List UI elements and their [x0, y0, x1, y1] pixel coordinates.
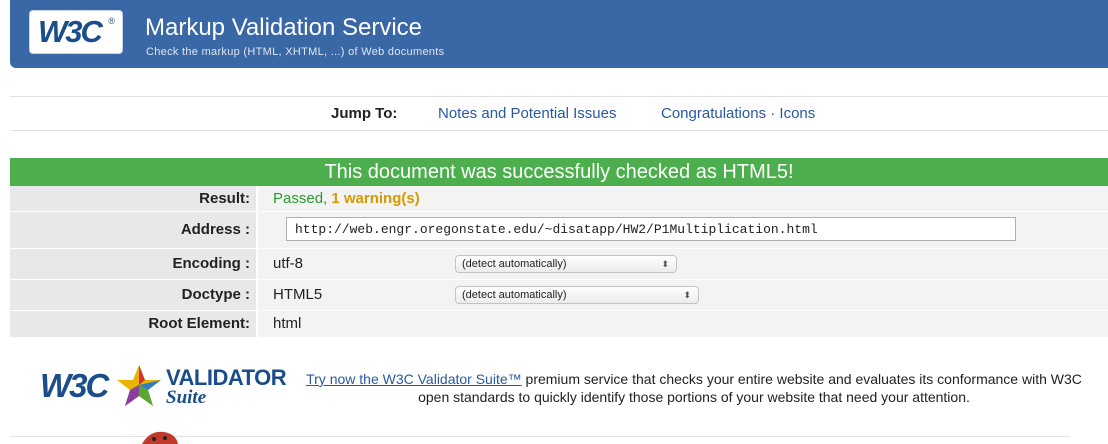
result-table: Result: Passed, 1 warning(s) Address : h… [10, 186, 1108, 338]
registered-mark-icon: ® [108, 16, 115, 26]
suite-logo-suite: Suite [166, 387, 207, 408]
address-row: Address : http://web.engr.oregonstate.ed… [10, 212, 1108, 249]
jump-bar: Jump To: Notes and Potential Issues Cong… [10, 96, 1108, 131]
notes-link[interactable]: Notes and Potential Issues [438, 105, 616, 122]
page-subtitle: Check the markup (HTML, XHTML, ...) of W… [146, 46, 445, 58]
w3c-logo[interactable]: W3C ® [29, 10, 123, 54]
encoding-row: Encoding : utf-8 (detect automatically) … [10, 249, 1108, 280]
address-input[interactable]: http://web.engr.oregonstate.edu/~disatap… [286, 217, 1016, 241]
doctype-row: Doctype : HTML5 (detect automatically) ⬍ [10, 280, 1108, 311]
warning-link[interactable]: 1 warning(s) [331, 190, 419, 207]
star-icon [117, 365, 161, 406]
ladybug-icon [142, 431, 178, 444]
page-title: Markup Validation Service [145, 14, 423, 41]
encoding-select-value: (detect automatically) [462, 258, 567, 270]
select-arrows-icon: ⬍ [683, 290, 691, 300]
result-banner: This document was successfully checked a… [10, 158, 1108, 186]
validator-suite-logo[interactable]: W3C VALIDATOR Suite [40, 363, 287, 411]
encoding-value: utf-8 [258, 249, 1108, 279]
doctype-label: Doctype : [10, 280, 256, 310]
root-row: Root Element: html [10, 311, 1108, 338]
encoding-select[interactable]: (detect automatically) ⬍ [455, 255, 677, 273]
select-arrows-icon: ⬍ [661, 259, 669, 269]
root-label: Root Element: [10, 311, 256, 337]
doctype-select-value: (detect automatically) [462, 289, 567, 301]
jump-label: Jump To: [331, 105, 398, 122]
suite-logo-w3c: W3C [40, 367, 109, 404]
encoding-label: Encoding : [10, 249, 256, 279]
w3c-logo-text: W3C [38, 14, 103, 49]
result-label: Result: [10, 186, 256, 211]
doctype-select[interactable]: (detect automatically) ⬍ [455, 286, 699, 304]
result-value: Passed, 1 warning(s) [258, 186, 1108, 211]
root-value: html [258, 311, 1108, 337]
result-row: Result: Passed, 1 warning(s) [10, 186, 1108, 212]
address-label: Address : [10, 212, 256, 248]
validator-suite-link[interactable]: Try now the W3C Validator Suite™ [306, 371, 522, 387]
promo-text: Try now the W3C Validator Suite™ premium… [300, 370, 1088, 406]
header-banner: W3C ® Markup Validation Service Check th… [10, 0, 1108, 68]
congratulations-link[interactable]: Congratulations · Icons [661, 105, 815, 122]
passed-text: Passed, [273, 190, 332, 207]
